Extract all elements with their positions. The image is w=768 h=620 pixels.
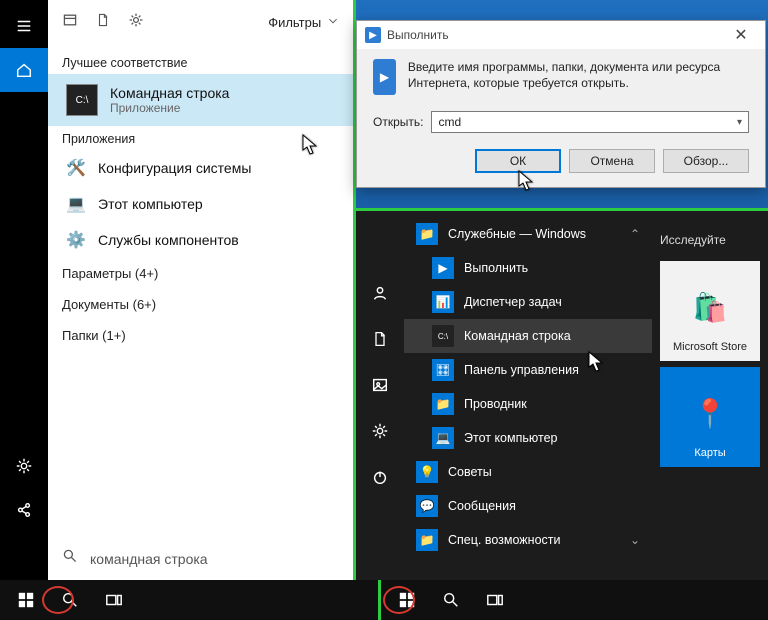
cmd-icon: C:\	[432, 325, 454, 347]
filters-button[interactable]: Фильтры	[268, 15, 339, 30]
controlpanel-icon: 🎛	[432, 359, 454, 381]
result-command-prompt[interactable]: C:\ Командная строка Приложение	[48, 74, 353, 126]
start-rail	[356, 211, 404, 580]
app-this-pc[interactable]: 💻Этот компьютер	[404, 421, 652, 455]
taskview-button[interactable]	[94, 580, 134, 620]
store-icon: 🛍️	[690, 287, 730, 327]
category-folders[interactable]: Папки (1+)	[48, 320, 353, 351]
page-icon[interactable]	[96, 12, 110, 33]
tiles-header: Исследуйте	[660, 233, 760, 247]
start-tiles: Исследуйте 🛍️ Microsoft Store 📍 Карты	[652, 211, 768, 580]
category-parameters[interactable]: Параметры (4+)	[48, 258, 353, 289]
best-match-subtitle: Приложение	[110, 101, 229, 115]
run-title: Выполнить	[387, 28, 449, 42]
app-task-manager[interactable]: 📊Диспетчер задач	[404, 285, 652, 319]
search-icon	[62, 548, 78, 569]
gear-icon[interactable]	[0, 444, 48, 488]
search-input[interactable]	[90, 547, 339, 571]
search-button[interactable]	[431, 580, 471, 620]
home-icon[interactable]	[0, 48, 48, 92]
taskview-button[interactable]	[475, 580, 515, 620]
chevron-down-icon: ⌄	[630, 533, 640, 547]
apps-header: Приложения	[48, 126, 353, 150]
run-icon: ▶	[365, 27, 381, 43]
run-description: Введите имя программы, папки, документа …	[408, 59, 749, 95]
start-menu: 📁 Служебные — Windows ⌃ ▶Выполнить 📊Дисп…	[356, 211, 768, 580]
start-button[interactable]	[6, 580, 46, 620]
result-label: Конфигурация системы	[98, 160, 251, 176]
result-label: Службы компонентов	[98, 232, 239, 248]
app-messaging[interactable]: 💬Сообщения	[404, 489, 652, 523]
app-run[interactable]: ▶Выполнить	[404, 251, 652, 285]
chevron-up-icon: ⌃	[630, 227, 640, 241]
search-box[interactable]	[48, 536, 353, 580]
explorer-icon: 📁	[432, 393, 454, 415]
chat-icon: 💬	[416, 495, 438, 517]
run-titlebar[interactable]: ▶ Выполнить ✕	[357, 21, 765, 49]
app-explorer[interactable]: 📁Проводник	[404, 387, 652, 421]
chevron-down-icon: ▾	[737, 117, 742, 128]
run-icon: ▶	[432, 257, 454, 279]
folder-icon: 📁	[416, 529, 438, 551]
run-big-icon: ▶	[373, 59, 396, 95]
start-button[interactable]	[387, 580, 427, 620]
app-command-prompt[interactable]: C:\Командная строка	[404, 319, 652, 353]
window-icon[interactable]	[62, 12, 78, 33]
cortana-search-panel: Фильтры Лучшее соответствие C:\ Командна…	[0, 0, 353, 580]
services-icon: ⚙️	[66, 230, 86, 250]
tile-maps[interactable]: 📍 Карты	[660, 367, 760, 467]
best-match-header: Лучшее соответствие	[48, 50, 353, 74]
chevron-down-icon	[327, 15, 339, 30]
desktop-area: ▶ Выполнить ✕ ▶ Введите имя программы, п…	[356, 0, 768, 208]
gear-icon[interactable]	[356, 411, 404, 451]
power-icon[interactable]	[356, 457, 404, 497]
msconfig-icon: 🛠️	[66, 158, 86, 178]
hamburger-icon[interactable]	[0, 4, 48, 48]
best-match-title: Командная строка	[110, 85, 229, 101]
taskbar-right	[381, 580, 768, 620]
filters-label: Фильтры	[268, 15, 321, 30]
cmd-icon: C:\	[66, 84, 98, 116]
start-apps-list: 📁 Служебные — Windows ⌃ ▶Выполнить 📊Дисп…	[404, 211, 652, 580]
taskbar-left	[0, 580, 378, 620]
category-documents[interactable]: Документы (6+)	[48, 289, 353, 320]
cancel-button[interactable]: Отмена	[569, 149, 655, 173]
search-results-pane: Фильтры Лучшее соответствие C:\ Командна…	[48, 0, 353, 580]
browse-button[interactable]: Обзор...	[663, 149, 749, 173]
taskmgr-icon: 📊	[432, 291, 454, 313]
open-label: Открыть:	[373, 115, 423, 129]
pictures-icon[interactable]	[356, 365, 404, 405]
result-label: Этот компьютер	[98, 196, 203, 212]
map-icon: 📍	[690, 393, 730, 433]
app-tips[interactable]: 💡Советы	[404, 455, 652, 489]
group-label: Служебные — Windows	[448, 227, 586, 241]
gear-icon[interactable]	[128, 12, 144, 33]
bulb-icon: 💡	[416, 461, 438, 483]
close-icon: ✕	[734, 25, 747, 45]
share-icon[interactable]	[0, 488, 48, 532]
search-top-bar: Фильтры	[48, 0, 353, 44]
left-rail	[0, 0, 48, 580]
ok-button[interactable]: ОК	[475, 149, 561, 173]
pc-icon: 💻	[432, 427, 454, 449]
account-icon[interactable]	[356, 273, 404, 313]
result-component-services[interactable]: ⚙️ Службы компонентов	[48, 222, 353, 258]
result-this-pc[interactable]: 💻 Этот компьютер	[48, 186, 353, 222]
folder-icon: 📁	[416, 223, 438, 245]
folder-accessibility[interactable]: 📁Спец. возможности⌄	[404, 523, 652, 557]
documents-icon[interactable]	[356, 319, 404, 359]
open-combobox[interactable]: cmd ▾	[431, 111, 749, 133]
search-button[interactable]	[50, 580, 90, 620]
result-msconfig[interactable]: 🛠️ Конфигурация системы	[48, 150, 353, 186]
tile-microsoft-store[interactable]: 🛍️ Microsoft Store	[660, 261, 760, 361]
app-control-panel[interactable]: 🎛Панель управления	[404, 353, 652, 387]
open-value: cmd	[438, 115, 461, 129]
folder-windows-system[interactable]: 📁 Служебные — Windows ⌃	[404, 217, 652, 251]
run-dialog: ▶ Выполнить ✕ ▶ Введите имя программы, п…	[356, 20, 766, 188]
pc-icon: 💻	[66, 194, 86, 214]
close-button[interactable]: ✕	[721, 21, 761, 49]
right-panel: ▶ Выполнить ✕ ▶ Введите имя программы, п…	[356, 0, 768, 580]
